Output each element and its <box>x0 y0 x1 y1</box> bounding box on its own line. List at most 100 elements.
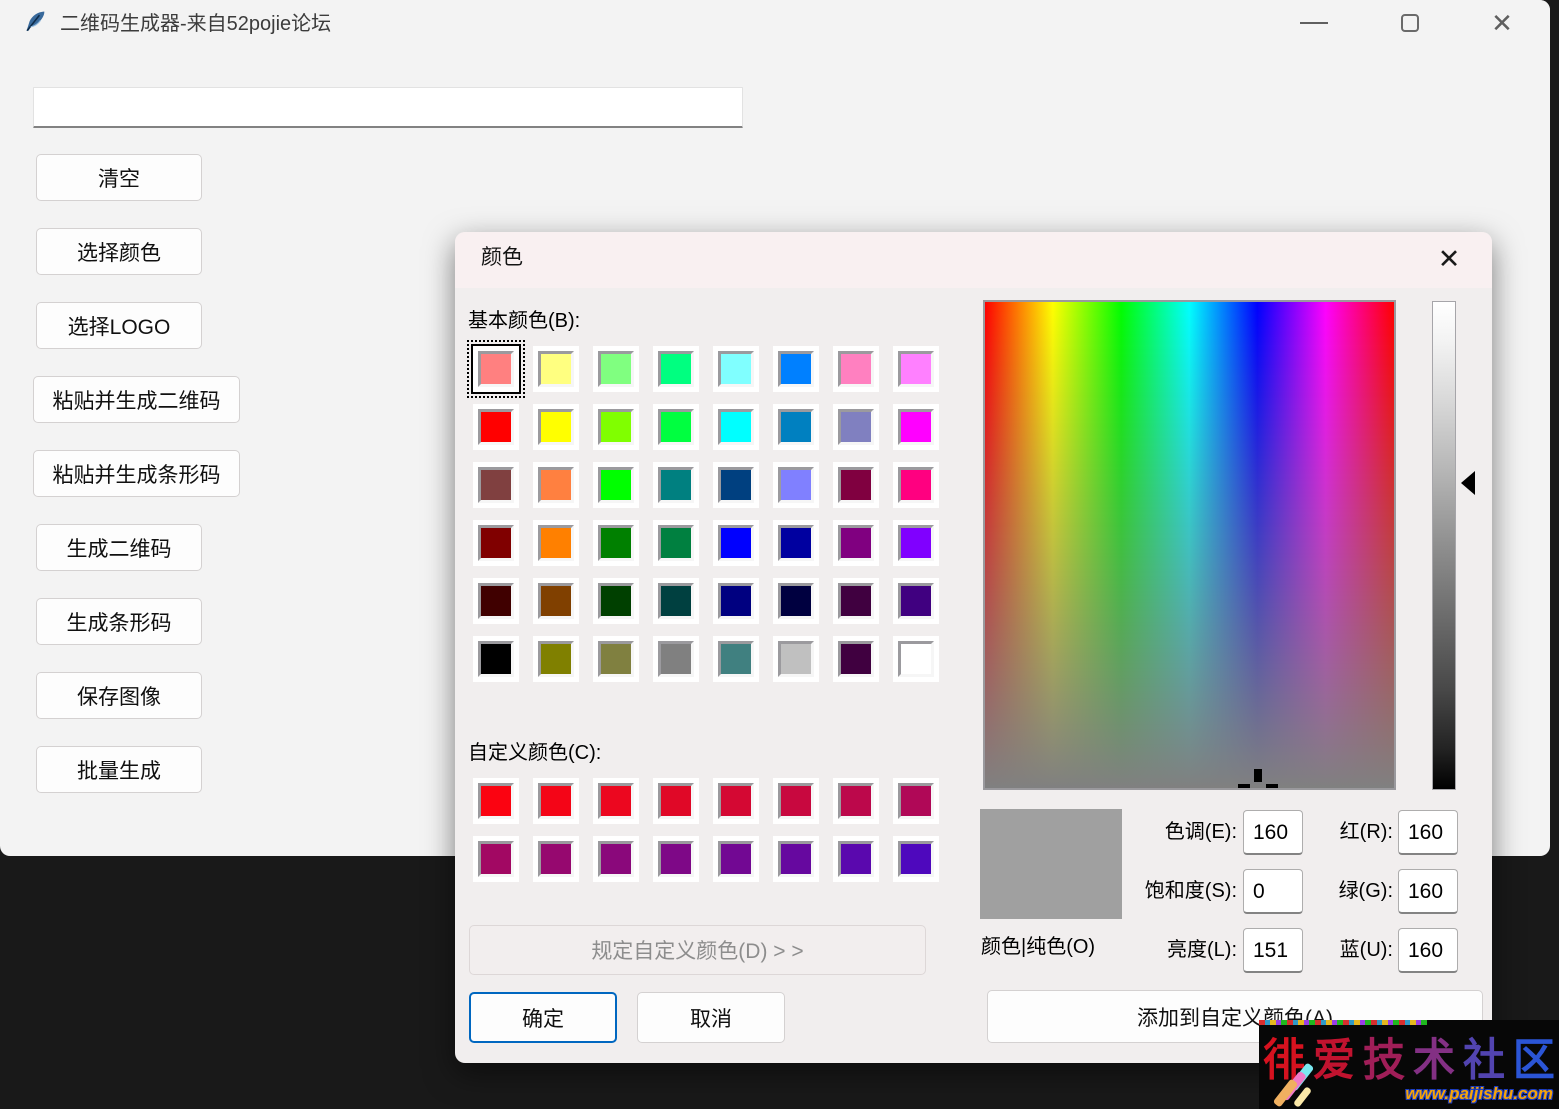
custom-color-swatch[interactable] <box>653 836 699 882</box>
green-field[interactable] <box>1398 869 1458 914</box>
paste-and-generate-qrcode-button[interactable]: 粘贴并生成二维码 <box>33 376 240 423</box>
basic-color-swatch[interactable] <box>893 578 939 624</box>
basic-color-swatch[interactable] <box>653 636 699 682</box>
basic-color-swatch[interactable] <box>593 520 639 566</box>
color-crosshair <box>1254 769 1262 782</box>
custom-color-swatch[interactable] <box>833 778 879 824</box>
basic-color-swatch[interactable] <box>473 462 519 508</box>
custom-color-swatch[interactable] <box>833 836 879 882</box>
minimize-button[interactable] <box>1282 0 1346 46</box>
custom-color-swatch[interactable] <box>593 778 639 824</box>
luminance-slider-handle[interactable] <box>1461 471 1475 495</box>
basic-color-swatch-fill <box>658 409 694 445</box>
basic-color-swatch-fill <box>838 525 874 561</box>
basic-color-swatch[interactable] <box>713 520 759 566</box>
basic-color-swatch[interactable] <box>773 520 819 566</box>
basic-color-swatch[interactable] <box>893 520 939 566</box>
choose-logo-button[interactable]: 选择LOGO <box>36 302 202 349</box>
basic-color-swatch[interactable] <box>713 636 759 682</box>
basic-color-swatch[interactable] <box>533 404 579 450</box>
basic-color-swatch[interactable] <box>773 404 819 450</box>
luminance-slider[interactable] <box>1432 301 1456 790</box>
basic-color-swatch[interactable] <box>593 346 639 392</box>
basic-color-swatch[interactable] <box>893 404 939 450</box>
basic-color-swatch[interactable] <box>593 578 639 624</box>
basic-color-swatch[interactable] <box>653 346 699 392</box>
hue-field[interactable] <box>1243 810 1303 855</box>
basic-color-swatch[interactable] <box>653 404 699 450</box>
save-image-button[interactable]: 保存图像 <box>36 672 202 719</box>
basic-color-swatch[interactable] <box>773 636 819 682</box>
basic-color-swatch[interactable] <box>533 520 579 566</box>
basic-color-swatch[interactable] <box>473 520 519 566</box>
luminance-field[interactable] <box>1243 928 1303 973</box>
basic-color-swatch[interactable] <box>773 578 819 624</box>
basic-color-swatch[interactable] <box>473 636 519 682</box>
basic-color-swatch[interactable] <box>833 462 879 508</box>
basic-color-swatch[interactable] <box>593 462 639 508</box>
maximize-icon <box>1401 14 1419 32</box>
basic-color-swatch[interactable] <box>653 578 699 624</box>
basic-color-swatch[interactable] <box>473 404 519 450</box>
color-dialog-close-button[interactable]: ✕ <box>1426 236 1472 282</box>
custom-color-swatch[interactable] <box>713 778 759 824</box>
basic-color-swatch[interactable] <box>713 578 759 624</box>
custom-color-swatch[interactable] <box>893 778 939 824</box>
maximize-button[interactable] <box>1378 0 1442 46</box>
custom-color-swatch[interactable] <box>773 836 819 882</box>
basic-color-swatch[interactable] <box>893 636 939 682</box>
hue-saturation-field[interactable] <box>983 300 1396 790</box>
basic-color-swatch[interactable] <box>833 346 879 392</box>
saturation-field[interactable] <box>1243 869 1303 914</box>
basic-color-swatch[interactable] <box>713 346 759 392</box>
basic-color-swatch[interactable] <box>533 578 579 624</box>
ok-button[interactable]: 确定 <box>469 992 617 1043</box>
basic-color-swatch[interactable] <box>473 346 519 392</box>
basic-color-swatch[interactable] <box>833 520 879 566</box>
basic-color-swatch[interactable] <box>593 636 639 682</box>
custom-color-swatch[interactable] <box>593 836 639 882</box>
generate-barcode-button[interactable]: 生成条形码 <box>36 598 202 645</box>
custom-color-swatch[interactable] <box>473 778 519 824</box>
custom-color-swatch[interactable] <box>473 836 519 882</box>
custom-color-swatch[interactable] <box>773 778 819 824</box>
basic-color-swatch[interactable] <box>893 462 939 508</box>
basic-color-swatch[interactable] <box>473 578 519 624</box>
basic-color-swatch[interactable] <box>773 462 819 508</box>
cancel-button[interactable]: 取消 <box>637 992 785 1043</box>
basic-color-swatch[interactable] <box>833 404 879 450</box>
text-input[interactable] <box>33 87 743 128</box>
basic-color-swatch[interactable] <box>713 462 759 508</box>
blue-field[interactable] <box>1398 928 1458 973</box>
custom-color-swatch[interactable] <box>533 836 579 882</box>
close-button[interactable]: ✕ <box>1470 0 1534 46</box>
basic-color-swatch[interactable] <box>533 636 579 682</box>
choose-color-button[interactable]: 选择颜色 <box>36 228 202 275</box>
basic-color-swatch[interactable] <box>713 404 759 450</box>
generate-qrcode-button[interactable]: 生成二维码 <box>36 524 202 571</box>
basic-color-swatch[interactable] <box>893 346 939 392</box>
basic-color-swatch[interactable] <box>533 346 579 392</box>
basic-color-swatch-fill <box>898 467 934 503</box>
red-label: 红(R): <box>1313 810 1393 855</box>
basic-color-swatch[interactable] <box>653 520 699 566</box>
basic-color-swatch[interactable] <box>833 636 879 682</box>
custom-color-swatch[interactable] <box>533 778 579 824</box>
green-label: 绿(G): <box>1313 869 1393 914</box>
basic-color-swatch[interactable] <box>653 462 699 508</box>
batch-generate-button[interactable]: 批量生成 <box>36 746 202 793</box>
custom-color-swatch-fill <box>478 783 514 819</box>
hue-label: 色调(E): <box>1065 810 1237 855</box>
clear-button[interactable]: 清空 <box>36 154 202 201</box>
minimize-icon <box>1300 22 1328 24</box>
basic-color-swatch[interactable] <box>533 462 579 508</box>
custom-color-swatch[interactable] <box>713 836 759 882</box>
paste-and-generate-barcode-button[interactable]: 粘贴并生成条形码 <box>33 450 240 497</box>
basic-color-swatch[interactable] <box>593 404 639 450</box>
basic-color-swatch[interactable] <box>773 346 819 392</box>
red-field[interactable] <box>1398 810 1458 855</box>
custom-color-swatch[interactable] <box>653 778 699 824</box>
custom-color-swatch[interactable] <box>893 836 939 882</box>
custom-color-swatch-fill <box>598 783 634 819</box>
basic-color-swatch[interactable] <box>833 578 879 624</box>
